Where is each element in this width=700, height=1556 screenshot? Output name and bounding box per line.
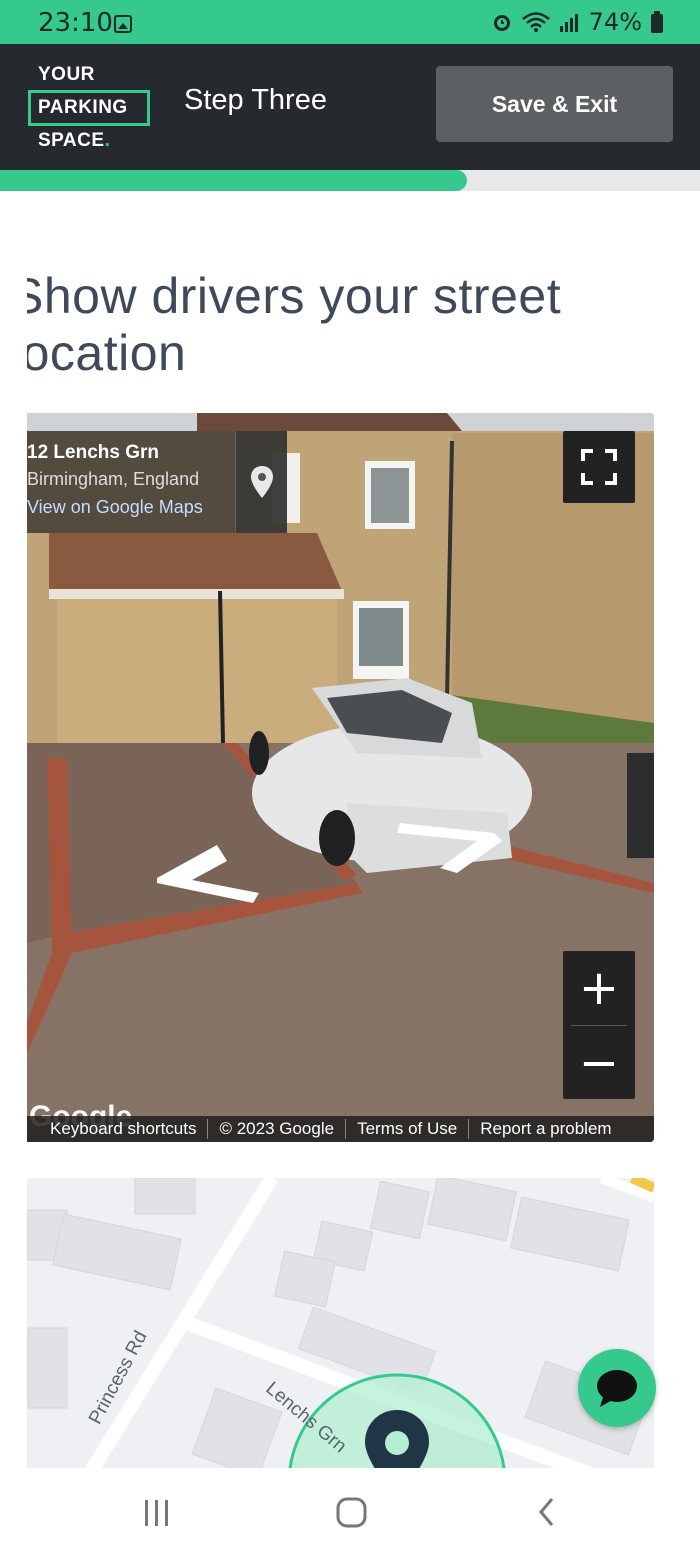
wifi-icon [521, 12, 550, 32]
page-title: Show drivers your street location [27, 268, 562, 381]
status-time: 23:10 [38, 8, 113, 38]
zoom-controls: + − [563, 951, 635, 1099]
save-exit-button[interactable]: Save & Exit [436, 66, 673, 142]
app-header: YOUR PARKING SPACE. Step Three Save & Ex… [0, 44, 700, 170]
view-on-google-maps-link[interactable]: View on Google Maps [27, 497, 203, 518]
street-view-footer: Keyboard shortcuts © 2023 Google Terms o… [27, 1116, 654, 1142]
status-icons: 74% [491, 8, 664, 36]
fullscreen-icon [581, 449, 617, 485]
logo-line-3: SPACE. [38, 130, 111, 151]
recent-apps-icon[interactable] [140, 1492, 174, 1532]
system-nav-bar [0, 1468, 700, 1556]
signal-icon [559, 14, 578, 32]
back-icon[interactable] [532, 1492, 562, 1532]
map-pin-button[interactable] [235, 431, 287, 533]
chat-bubble-icon [597, 1370, 637, 1407]
chat-button[interactable] [578, 1349, 656, 1427]
image-icon [114, 15, 132, 33]
street-view-panel[interactable]: 12 Lenchs Grn Birmingham, England View o… [27, 413, 654, 1142]
battery-percent: 74% [588, 8, 642, 36]
keyboard-shortcuts-link[interactable]: Keyboard shortcuts [39, 1119, 209, 1139]
alarm-icon [493, 15, 510, 31]
fullscreen-button[interactable] [563, 431, 635, 503]
home-icon[interactable] [334, 1492, 370, 1532]
step-title: Step Three [184, 84, 327, 116]
heading-container: Show drivers your street location [27, 260, 700, 390]
location-city: Birmingham, England [27, 469, 200, 489]
logo-line-1: YOUR [38, 64, 95, 85]
map-pin-icon [250, 466, 273, 498]
location-address: 12 Lenchs Grn [27, 442, 159, 463]
report-problem-link[interactable]: Report a problem [469, 1119, 622, 1139]
status-bar: 23:10 74% [0, 0, 700, 44]
logo-line-2: PARKING [28, 90, 150, 126]
progress-fill [0, 170, 467, 191]
zoom-in-button[interactable]: + [563, 951, 635, 1025]
location-map[interactable]: Princess Rd Lenchs Grn [27, 1178, 654, 1478]
terms-of-use-link[interactable]: Terms of Use [346, 1119, 470, 1139]
copyright-text: © 2023 Google [208, 1119, 347, 1139]
progress-bar [0, 170, 700, 191]
battery-icon [651, 11, 663, 33]
zoom-out-button[interactable]: − [563, 1026, 635, 1100]
